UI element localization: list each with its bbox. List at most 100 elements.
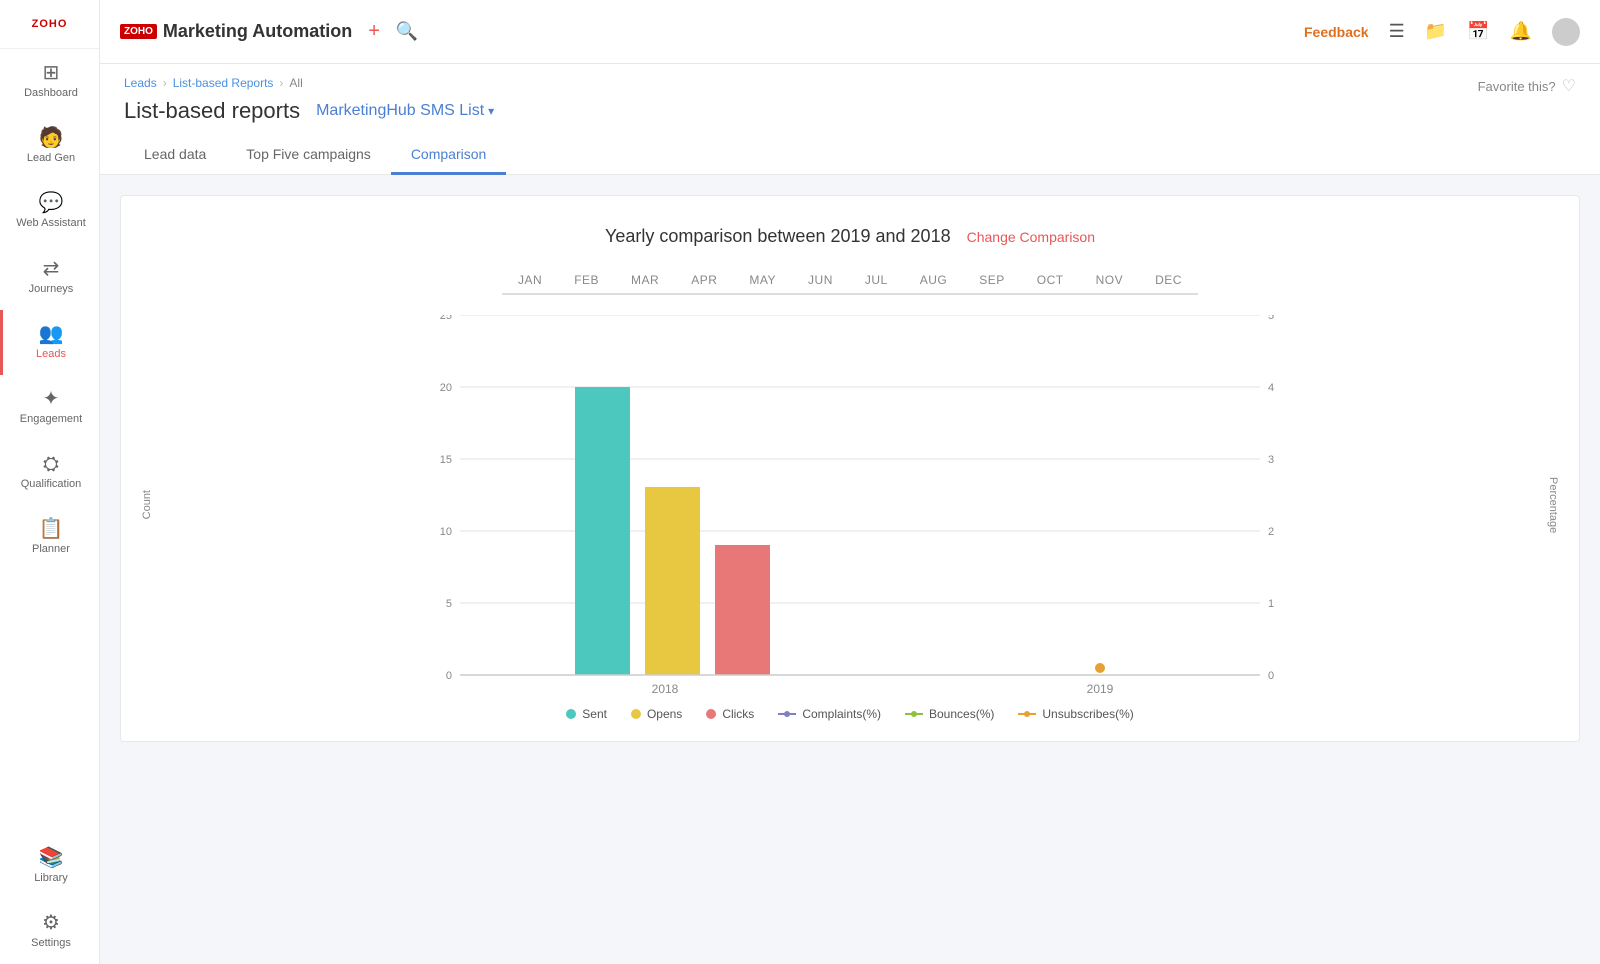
topbar-left: ZOHO Marketing Automation + 🔍 bbox=[120, 20, 418, 43]
sidebar-item-library[interactable]: 📚 Library bbox=[20, 834, 79, 899]
list-view-icon[interactable]: ☰ bbox=[1389, 21, 1405, 42]
sidebar-label-dashboard: Dashboard bbox=[24, 87, 78, 100]
sidebar-item-dashboard[interactable]: ⊞ Dashboard bbox=[0, 49, 99, 114]
legend-sent: Sent bbox=[566, 707, 607, 721]
sidebar-item-web-assistant[interactable]: 💬 Web Assistant bbox=[0, 179, 99, 244]
user-avatar[interactable] bbox=[1552, 18, 1580, 46]
tab-comparison[interactable]: Comparison bbox=[391, 136, 506, 175]
search-icon[interactable]: 🔍 bbox=[396, 21, 418, 42]
svg-text:4: 4 bbox=[1268, 382, 1274, 394]
sidebar-item-planner[interactable]: 📋 Planner bbox=[0, 505, 99, 570]
sidebar-item-qualification[interactable]: ⛭ Qualification bbox=[0, 440, 99, 505]
legend-bounces: Bounces(%) bbox=[905, 707, 994, 721]
sidebar-label-qualification: Qualification bbox=[21, 478, 82, 491]
chart-legend: Sent Opens Clicks Complaints(%) bbox=[141, 707, 1559, 721]
legend-unsubscribes-label: Unsubscribes(%) bbox=[1042, 707, 1133, 721]
month-oct[interactable]: OCT bbox=[1021, 267, 1080, 295]
month-jul[interactable]: JUL bbox=[849, 267, 904, 295]
favorite-heart-icon[interactable]: ♡ bbox=[1562, 76, 1576, 96]
page-header: Leads › List-based Reports › All List-ba… bbox=[100, 64, 1600, 175]
favorite-section: Favorite this? ♡ bbox=[1478, 76, 1576, 96]
month-sep[interactable]: SEP bbox=[963, 267, 1021, 295]
breadcrumb-list-reports[interactable]: List-based Reports bbox=[173, 76, 274, 90]
breadcrumb: Leads › List-based Reports › All bbox=[124, 76, 1576, 90]
svg-text:2019: 2019 bbox=[1087, 682, 1114, 695]
svg-text:5: 5 bbox=[1268, 315, 1274, 322]
sidebar-label-leads: Leads bbox=[36, 348, 66, 361]
sidebar-item-lead-gen[interactable]: 🧑 Lead Gen bbox=[0, 114, 99, 179]
legend-unsubscribes: Unsubscribes(%) bbox=[1018, 707, 1133, 721]
dot-unsubscribes-2019 bbox=[1095, 663, 1105, 673]
chart-title: Yearly comparison between 2019 and 2018 bbox=[605, 226, 951, 247]
svg-text:0: 0 bbox=[446, 670, 452, 682]
zoho-badge: ZOHO bbox=[120, 24, 157, 39]
sidebar-label-engagement: Engagement bbox=[20, 413, 82, 426]
dashboard-icon: ⊞ bbox=[43, 63, 60, 83]
bar-clicks-2018 bbox=[715, 545, 770, 675]
sidebar-item-journeys[interactable]: ⇄ Journeys bbox=[0, 245, 99, 310]
month-may[interactable]: MAY bbox=[733, 267, 792, 295]
month-feb[interactable]: FEB bbox=[558, 267, 615, 295]
tab-lead-data[interactable]: Lead data bbox=[124, 136, 226, 175]
month-nov[interactable]: NOV bbox=[1080, 267, 1140, 295]
sidebar-label-web-assistant: Web Assistant bbox=[16, 217, 86, 230]
page-title: List-based reports bbox=[124, 98, 300, 124]
svg-text:3: 3 bbox=[1268, 454, 1274, 466]
feedback-button[interactable]: Feedback bbox=[1304, 24, 1369, 40]
settings-icon: ⚙ bbox=[42, 913, 60, 933]
svg-text:25: 25 bbox=[440, 315, 452, 322]
sidebar-item-settings[interactable]: ⚙ Settings bbox=[20, 899, 79, 964]
main-area: ZOHO Marketing Automation + 🔍 Feedback ☰… bbox=[100, 0, 1600, 964]
chart-svg-wrapper: Count 0 5 10 15 20 bbox=[141, 315, 1559, 695]
folder-icon[interactable]: 📁 bbox=[1425, 21, 1447, 42]
month-mar[interactable]: MAR bbox=[615, 267, 675, 295]
legend-complaints: Complaints(%) bbox=[778, 707, 881, 721]
legend-complaints-line bbox=[778, 713, 796, 715]
topbar: ZOHO Marketing Automation + 🔍 Feedback ☰… bbox=[100, 0, 1600, 64]
chart-title-row: Yearly comparison between 2019 and 2018 … bbox=[141, 226, 1559, 247]
tab-top-five[interactable]: Top Five campaigns bbox=[226, 136, 391, 175]
engagement-icon: ✦ bbox=[43, 389, 60, 409]
list-name: MarketingHub SMS List bbox=[316, 102, 484, 120]
calendar-icon[interactable]: 📅 bbox=[1467, 21, 1489, 42]
bar-sent-2018 bbox=[575, 387, 630, 675]
breadcrumb-sep-2: › bbox=[279, 76, 283, 90]
sidebar: ZOHO ⊞ Dashboard 🧑 Lead Gen 💬 Web Assist… bbox=[0, 0, 100, 964]
notification-icon[interactable]: 🔔 bbox=[1510, 21, 1532, 42]
svg-text:5: 5 bbox=[446, 598, 452, 610]
month-jan[interactable]: JAN bbox=[502, 267, 558, 295]
web-assistant-icon: 💬 bbox=[39, 193, 64, 213]
month-tabs: JAN FEB MAR APR MAY JUN JUL AUG SEP OCT … bbox=[141, 267, 1559, 295]
month-aug[interactable]: AUG bbox=[904, 267, 964, 295]
sidebar-item-engagement[interactable]: ✦ Engagement bbox=[0, 375, 99, 440]
legend-clicks-dot bbox=[706, 709, 716, 719]
breadcrumb-sep-1: › bbox=[163, 76, 167, 90]
sidebar-label-settings: Settings bbox=[31, 937, 71, 950]
y-axis-left-label: Count bbox=[141, 490, 153, 519]
change-comparison-button[interactable]: Change Comparison bbox=[967, 229, 1095, 245]
journeys-icon: ⇄ bbox=[43, 259, 60, 279]
dropdown-chevron-icon: ▾ bbox=[488, 104, 494, 118]
bar-opens-2018 bbox=[645, 487, 700, 675]
app-title: Marketing Automation bbox=[163, 21, 352, 42]
legend-complaints-label: Complaints(%) bbox=[802, 707, 881, 721]
qualification-icon: ⛭ bbox=[43, 454, 59, 474]
sidebar-item-leads[interactable]: 👥 Leads bbox=[0, 310, 99, 375]
legend-clicks: Clicks bbox=[706, 707, 754, 721]
month-jun[interactable]: JUN bbox=[792, 267, 849, 295]
page-title-row: List-based reports MarketingHub SMS List… bbox=[124, 98, 1576, 124]
list-selector-dropdown[interactable]: MarketingHub SMS List ▾ bbox=[316, 102, 494, 120]
month-dec[interactable]: DEC bbox=[1139, 267, 1198, 295]
svg-text:2: 2 bbox=[1268, 526, 1274, 538]
legend-opens: Opens bbox=[631, 707, 682, 721]
legend-opens-dot bbox=[631, 709, 641, 719]
tabs-bar: Lead data Top Five campaigns Comparison bbox=[124, 136, 1576, 174]
sidebar-label-journeys: Journeys bbox=[29, 283, 74, 296]
breadcrumb-leads[interactable]: Leads bbox=[124, 76, 157, 90]
add-icon[interactable]: + bbox=[368, 20, 380, 43]
chart-container: Yearly comparison between 2019 and 2018 … bbox=[120, 195, 1580, 742]
month-apr[interactable]: APR bbox=[675, 267, 733, 295]
sidebar-label-library: Library bbox=[34, 872, 68, 885]
sidebar-label-lead-gen: Lead Gen bbox=[27, 152, 75, 165]
svg-text:2018: 2018 bbox=[652, 682, 679, 695]
